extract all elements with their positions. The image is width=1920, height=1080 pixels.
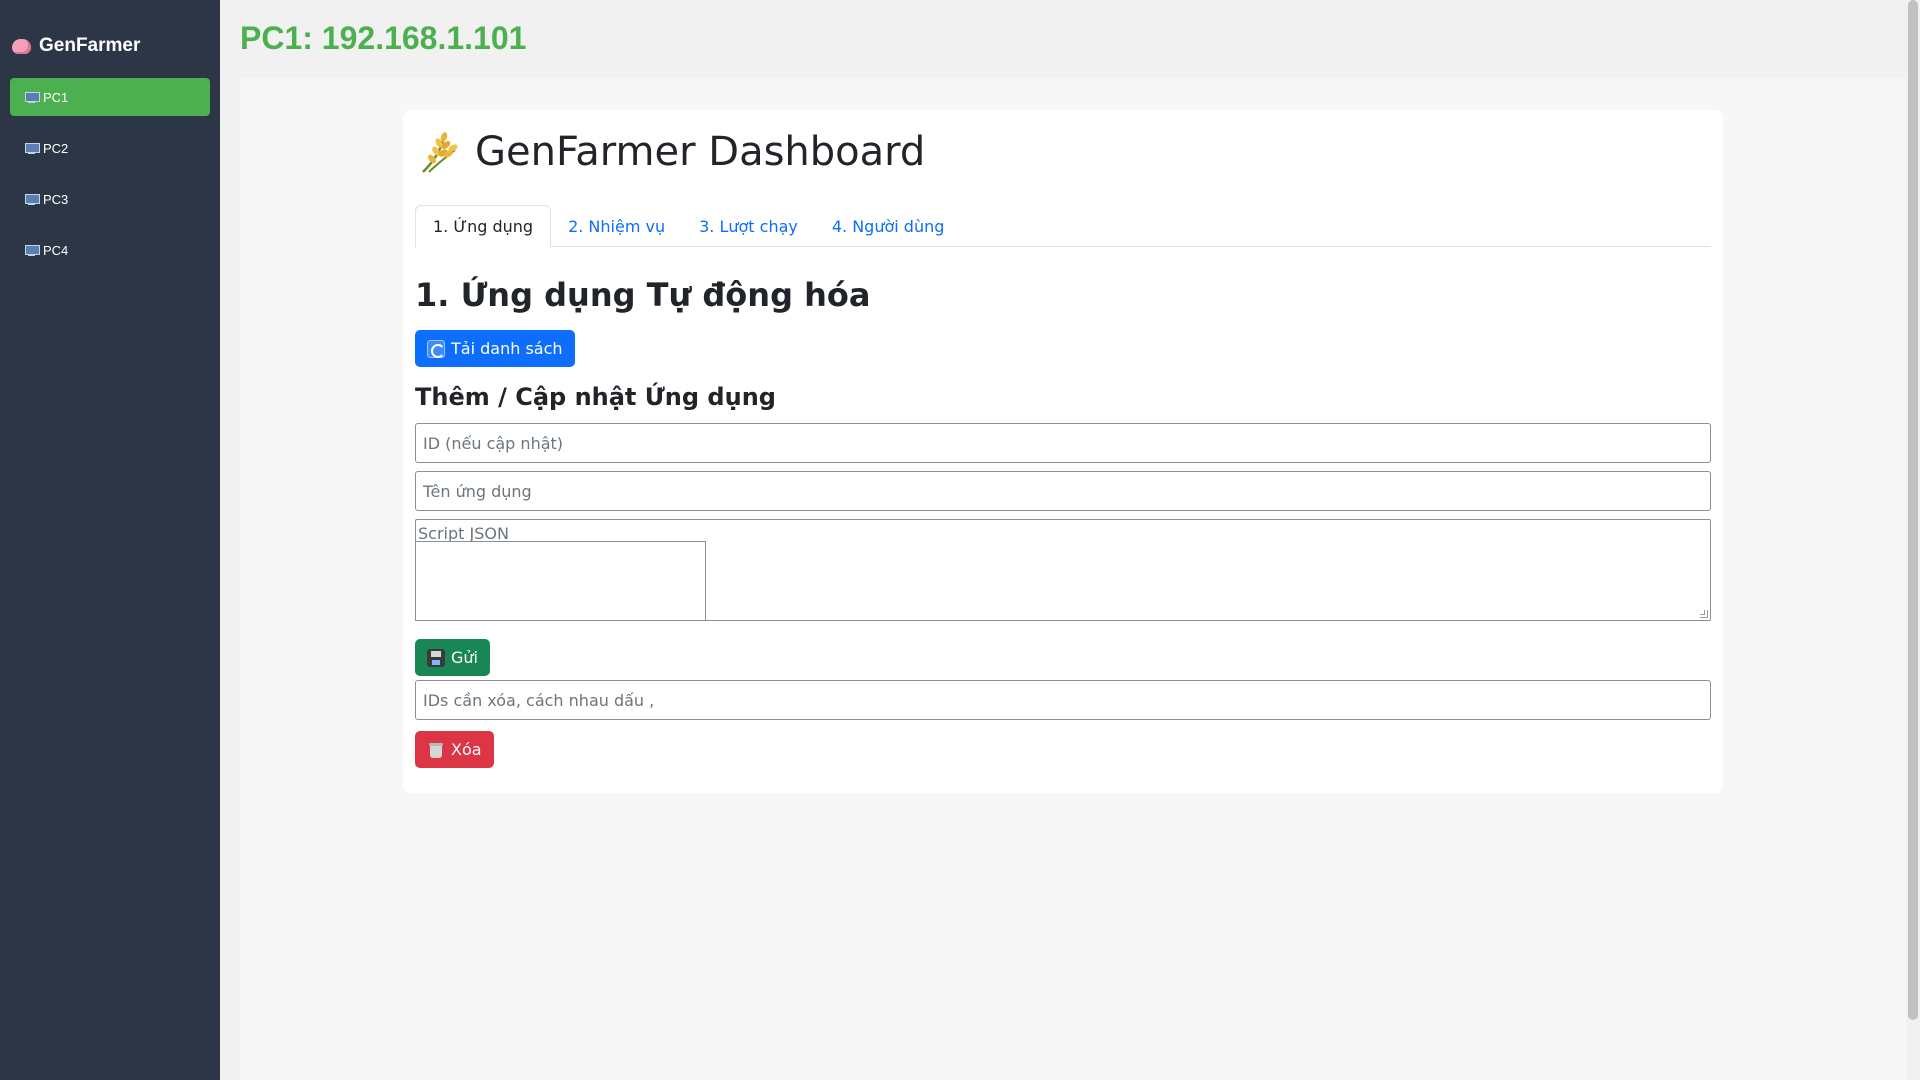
tab-runs[interactable]: 3. Lượt chạy <box>682 205 815 247</box>
page-title: PC1: 192.168.1.101 <box>240 20 527 56</box>
refresh-icon <box>427 339 445 358</box>
reload-list-label: Tải danh sách <box>451 339 563 358</box>
brand-label: GenFarmer <box>39 35 141 56</box>
scrollbar-thumb[interactable] <box>1908 0 1918 1020</box>
resize-handle[interactable] <box>1700 610 1708 618</box>
dashboard-title: GenFarmer Dashboard <box>475 129 926 175</box>
script-json-editor[interactable] <box>415 541 706 621</box>
send-button[interactable]: Gửi <box>415 639 490 676</box>
computer-icon <box>24 244 40 257</box>
send-label: Gửi <box>451 648 478 667</box>
sidebar-item-label: PC4 <box>43 242 69 258</box>
sidebar-item-label: PC3 <box>43 191 69 207</box>
sidebar-item-label: PC2 <box>43 140 69 156</box>
delete-ids-input[interactable] <box>415 680 1711 720</box>
section-title: 1. Ứng dụng Tự động hóa <box>415 276 871 314</box>
wheat-icon <box>422 132 458 173</box>
tab-apps[interactable]: 1. Ứng dụng <box>415 205 552 248</box>
delete-button[interactable]: Xóa <box>415 731 494 768</box>
app-id-input[interactable] <box>415 423 1711 463</box>
sidebar-item-pc3[interactable]: PC3 <box>10 180 210 218</box>
tab-bar: 1. Ứng dụng 2. Nhiệm vụ 3. Lượt chạy 4. … <box>415 205 1711 248</box>
computer-icon <box>24 193 40 206</box>
sidebar: GenFarmer PC1 PC2 PC3 PC4 <box>0 0 220 1080</box>
computer-icon <box>24 142 40 155</box>
tab-tasks[interactable]: 2. Nhiệm vụ <box>551 205 682 247</box>
form-title: Thêm / Cập nhật Ứng dụng <box>415 383 776 411</box>
tab-users[interactable]: 4. Người dùng <box>815 205 962 247</box>
reload-list-button[interactable]: Tải danh sách <box>415 330 575 367</box>
page-scrollbar[interactable] <box>1906 0 1920 1080</box>
dashboard-card: GenFarmer Dashboard 1. Ứng dụng 2. Nhiệm… <box>403 110 1723 793</box>
delete-label: Xóa <box>451 740 482 759</box>
main-area: PC1: 192.168.1.101 GenFarmer Dashboard 1… <box>220 0 1906 1080</box>
app-name-input[interactable] <box>415 471 1711 511</box>
brain-icon <box>11 37 33 55</box>
sidebar-item-pc4[interactable]: PC4 <box>10 231 210 269</box>
computer-icon <box>24 91 40 104</box>
trash-icon <box>427 741 445 759</box>
sidebar-item-pc1[interactable]: PC1 <box>10 78 210 116</box>
sidebar-brand: GenFarmer <box>10 32 210 60</box>
dashboard-header: GenFarmer Dashboard <box>415 128 925 176</box>
script-json-textarea[interactable]: Script JSON <box>415 519 1711 621</box>
sidebar-item-pc2[interactable]: PC2 <box>10 129 210 167</box>
content-frame: GenFarmer Dashboard 1. Ứng dụng 2. Nhiệm… <box>240 78 1906 1080</box>
floppy-disk-icon <box>427 648 445 667</box>
sidebar-item-label: PC1 <box>43 89 69 105</box>
